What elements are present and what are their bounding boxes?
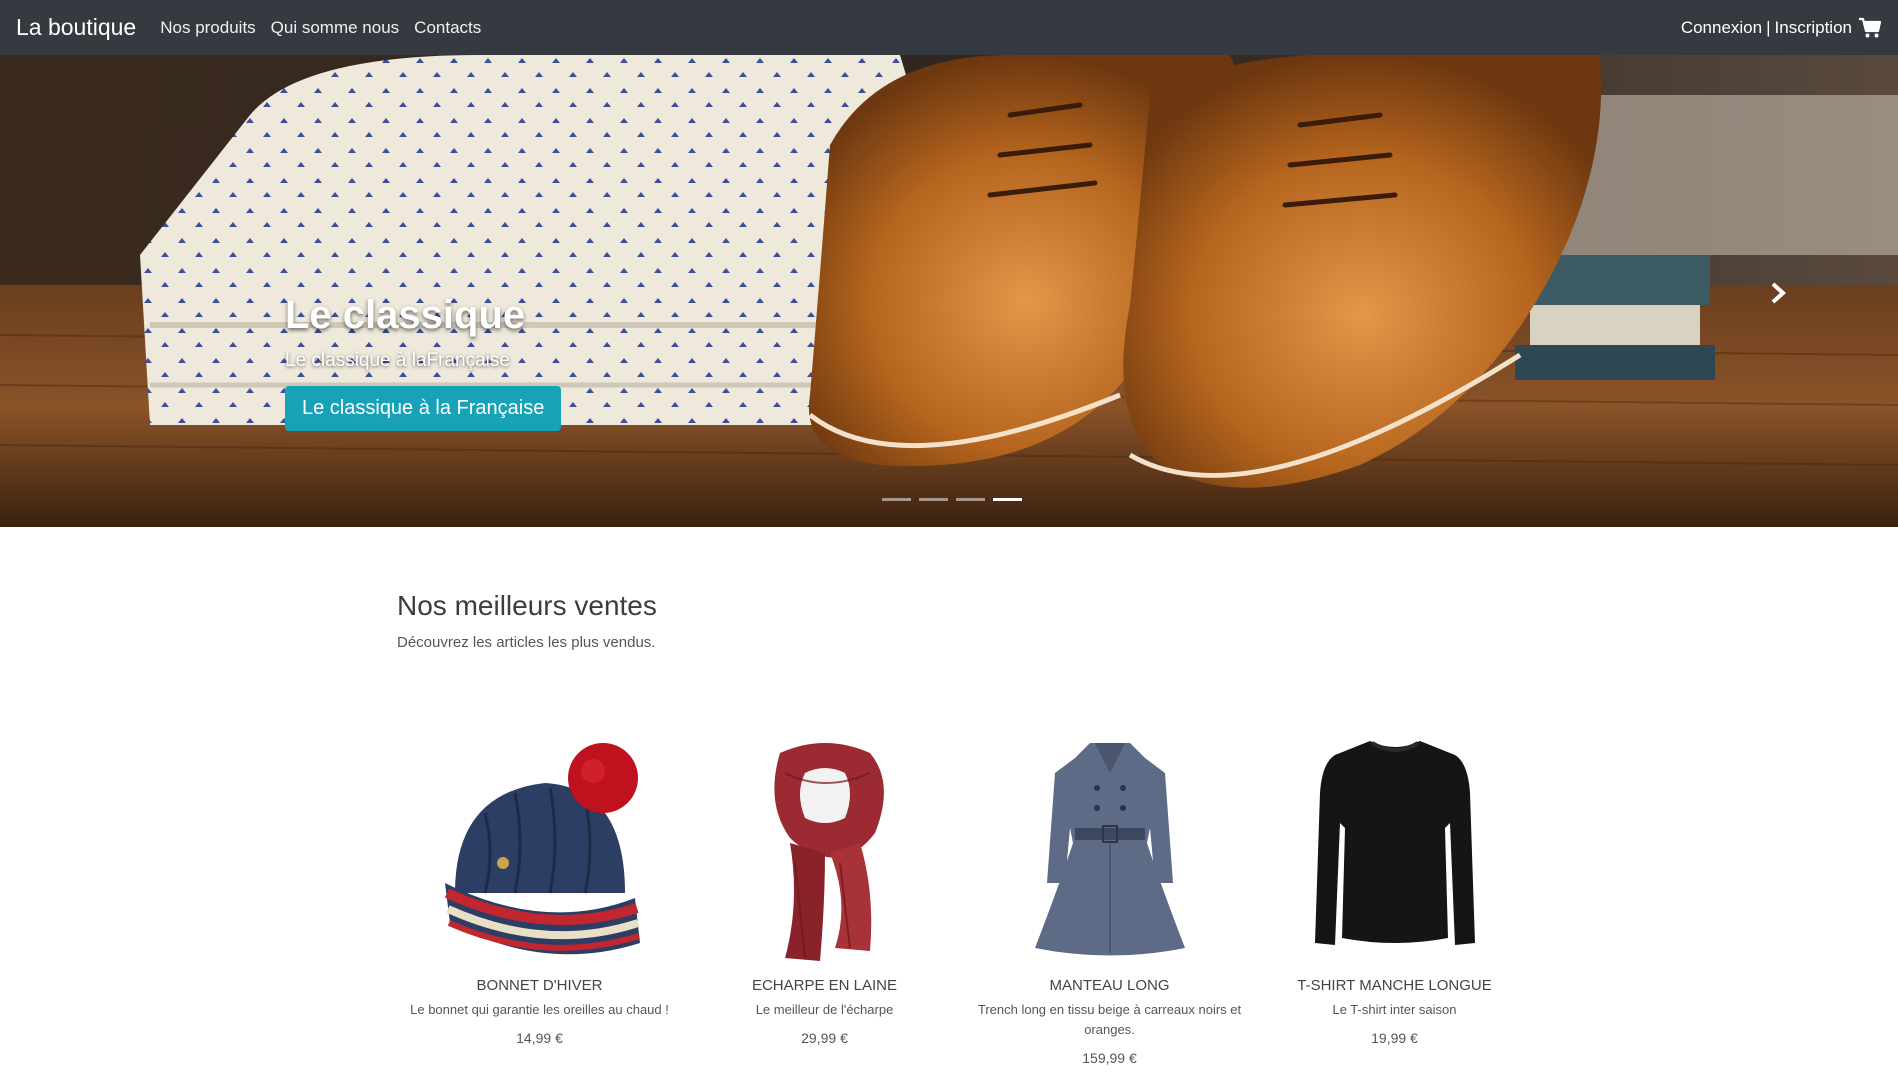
product-card[interactable]: Echarpe en laine Le meilleur de l'écharp… — [682, 730, 967, 1066]
product-image-longsleeve[interactable] — [1270, 730, 1520, 965]
product-name[interactable]: Manteau long — [967, 977, 1252, 994]
carousel-indicator-3[interactable] — [956, 498, 985, 501]
cart-icon[interactable] — [1858, 17, 1882, 39]
hero-carousel: Le classique Le classique à laFrançaise … — [0, 55, 1898, 527]
carousel-title: Le classique — [285, 293, 526, 337]
carousel-indicators — [882, 498, 1022, 501]
bestsellers-section: Nos meilleurs ventes Découvrez les artic… — [397, 590, 1547, 651]
section-title: Nos meilleurs ventes — [397, 590, 657, 621]
section-subtitle: Découvrez les articles les plus vendus. — [397, 634, 656, 651]
carousel-indicator-1[interactable] — [882, 498, 911, 501]
register-link[interactable]: Inscription — [1775, 18, 1852, 38]
carousel-subtitle: Le classique à laFrançaise — [285, 350, 510, 371]
product-image-scarf[interactable] — [700, 730, 950, 965]
product-description: Le T-shirt inter saison — [1332, 1002, 1457, 1017]
login-link[interactable]: Connexion — [1681, 18, 1762, 38]
chevron-right-icon — [1771, 282, 1786, 304]
product-grid: Bonnet d'hiver Le bonnet qui garantie le… — [397, 730, 1537, 1066]
separator: | — [1766, 17, 1771, 37]
product-price: 14,99 € — [516, 1030, 563, 1046]
product-description: Le meilleur de l'écharpe — [755, 1002, 894, 1017]
product-price: 29,99 € — [801, 1030, 848, 1046]
product-image-beanie[interactable] — [415, 730, 665, 965]
carousel-indicator-4[interactable] — [993, 498, 1022, 501]
hero-image — [0, 55, 1898, 527]
product-card[interactable]: Manteau long Trench long en tissu beige … — [967, 730, 1252, 1066]
navbar: La boutique Nos produits Qui somme nous … — [0, 0, 1898, 55]
carousel-next-button[interactable] — [1758, 273, 1798, 313]
product-image-coat[interactable] — [985, 730, 1235, 965]
carousel-caption: Le classique Le classique à laFrançaise … — [285, 293, 562, 431]
product-description: Trench long en tissu beige à carreaux no… — [977, 1002, 1242, 1037]
nav-link-about[interactable]: Qui somme nous — [271, 18, 400, 38]
carousel-indicator-2[interactable] — [919, 498, 948, 501]
product-card[interactable]: Bonnet d'hiver Le bonnet qui garantie le… — [397, 730, 682, 1066]
product-name[interactable]: Echarpe en laine — [682, 977, 967, 994]
product-name[interactable]: Bonnet d'hiver — [397, 977, 682, 994]
product-description: Le bonnet qui garantie les oreilles au c… — [410, 1002, 669, 1017]
nav-link-contacts[interactable]: Contacts — [414, 18, 481, 38]
carousel-cta-button[interactable]: Le classique à la Française — [285, 386, 562, 431]
product-price: 159,99 € — [1082, 1050, 1137, 1066]
product-price: 19,99 € — [1371, 1030, 1418, 1046]
nav-link-products[interactable]: Nos produits — [160, 18, 255, 38]
product-name[interactable]: T-shirt manche longue — [1252, 977, 1537, 994]
account-links: Connexion | Inscription — [1681, 17, 1882, 39]
product-card[interactable]: T-shirt manche longue Le T-shirt inter s… — [1252, 730, 1537, 1066]
brand-link[interactable]: La boutique — [16, 14, 136, 41]
